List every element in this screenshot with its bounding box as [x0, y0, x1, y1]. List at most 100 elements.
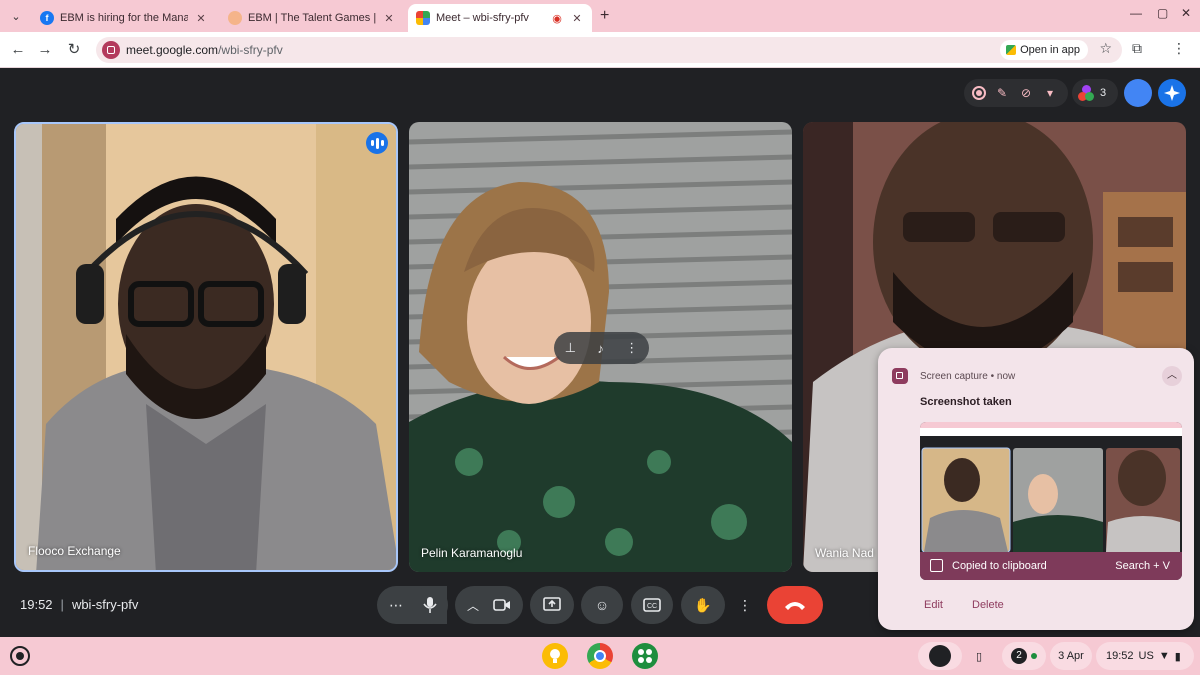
tab-search-chevron-icon[interactable]: ⌄ — [6, 6, 26, 26]
emoji-icon: ☺ — [594, 597, 610, 613]
site-info-icon[interactable] — [102, 41, 120, 59]
camera-options-chevron-icon[interactable]: ︿ — [467, 597, 479, 614]
maximize-icon[interactable]: ▢ — [1157, 6, 1168, 20]
close-window-icon[interactable]: ✕ — [1181, 6, 1191, 20]
camera-icon — [493, 599, 510, 611]
meet-icon — [416, 11, 430, 25]
tab-strip: ⌄ f EBM is hiring for the Managem ✕ EBM … — [0, 0, 1200, 32]
chrome-app-icon[interactable] — [587, 643, 613, 669]
gemini-button[interactable] — [1158, 79, 1186, 107]
meeting-time: 19:52 — [20, 597, 53, 612]
participant-name: Pelin Karamanoglu — [421, 546, 523, 560]
tab-talent-games[interactable]: EBM | The Talent Games | C-Fa ✕ — [220, 4, 404, 32]
address-bar[interactable]: meet.google.com/wbi-sfry-pfv Open in app… — [96, 37, 1122, 63]
more-horizontal-icon: ⋯ — [389, 596, 403, 613]
reactions-button[interactable]: ☺ — [581, 586, 623, 624]
meeting-code: wbi-sfry-pfv — [71, 597, 139, 612]
browser-toolbar: ← → ↻ meet.google.com/wbi-sfry-pfv Open … — [0, 32, 1200, 68]
forward-icon[interactable]: → — [35, 40, 55, 60]
camera-button[interactable]: ︿ — [455, 586, 523, 624]
launcher-icon[interactable] — [10, 646, 30, 666]
recording-dot-icon: ◉ — [552, 12, 562, 25]
date-tray[interactable]: 3 Apr — [1050, 642, 1092, 670]
more-options-icon[interactable]: ⋮ — [625, 340, 638, 356]
clipboard-icon — [930, 559, 943, 572]
captions-button[interactable]: CC — [631, 586, 673, 624]
dropdown-chevron-icon[interactable]: ▾ — [1042, 85, 1058, 101]
leave-call-button[interactable] — [767, 586, 823, 624]
notification-counter[interactable]: 2 — [1002, 642, 1046, 670]
grid-icon — [638, 649, 652, 663]
camera-off-icon[interactable]: ⊘ — [1018, 85, 1034, 101]
tab-meet[interactable]: Meet – wbi-sfry-pfv ◉ ✕ — [408, 4, 592, 32]
tote-button[interactable] — [918, 642, 962, 670]
input-method: US — [1138, 650, 1154, 662]
svg-text:CC: CC — [647, 603, 657, 610]
browser-menu-icon[interactable]: ⋮ — [1172, 40, 1186, 57]
screenshot-notification[interactable]: Screen capture • now ︿ Screenshot taken … — [878, 348, 1194, 630]
minimize-icon[interactable]: — — [1130, 6, 1142, 20]
tile-hover-controls: ⊥ ♪ ⋮ — [554, 332, 649, 364]
avatars-stack-icon — [1078, 85, 1094, 101]
ai-notes-button[interactable] — [1124, 79, 1152, 107]
delete-button[interactable]: Delete — [972, 599, 1004, 611]
screen-capture-icon — [892, 368, 908, 384]
mute-participant-icon[interactable]: ♪ — [597, 341, 604, 356]
os-shelf: ▯ 2 3 Apr 19:52 US ▼ ▮ — [0, 637, 1200, 675]
extensions-icon[interactable]: ⧉ — [1132, 40, 1142, 57]
capture-mode-icon — [929, 645, 951, 667]
host-controls: ✎ ⊘ ▾ — [964, 79, 1068, 107]
site-icon — [228, 11, 242, 25]
new-tab-icon[interactable]: + — [600, 7, 609, 25]
sparkle-icon — [1164, 85, 1180, 101]
meeting-info: 19:52 | wbi-sfry-pfv — [20, 597, 139, 612]
tab-title: EBM | The Talent Games | C-Fa — [248, 12, 376, 24]
meet-pwa-app-icon[interactable] — [632, 643, 658, 669]
captions-icon: CC — [643, 598, 661, 612]
open-in-app-button[interactable]: Open in app — [1000, 40, 1088, 60]
meet-app-icon — [1006, 45, 1017, 55]
status-area[interactable]: 19:52 US ▼ ▮ — [1096, 642, 1194, 670]
notification-source: Screen capture • now — [920, 371, 1016, 382]
participant-tile-2[interactable]: ⊥ ♪ ⋮ Pelin Karamanoglu — [409, 122, 792, 572]
participant-count: 3 — [1100, 87, 1107, 99]
more-vertical-icon: ⋮ — [738, 596, 752, 613]
participant-tile-1[interactable]: Flooco Exchange — [14, 122, 398, 572]
record-icon[interactable] — [972, 86, 986, 100]
people-button[interactable]: 3 — [1072, 79, 1118, 107]
tab-facebook[interactable]: f EBM is hiring for the Managem ✕ — [32, 4, 216, 32]
speaking-indicator-icon — [366, 132, 388, 154]
pin-icon[interactable]: ⊥ — [565, 340, 576, 356]
collapse-chevron-icon[interactable]: ︿ — [1162, 366, 1182, 386]
status-dot-icon — [1031, 653, 1037, 659]
bookmark-star-icon[interactable]: ☆ — [1099, 40, 1112, 57]
tab-close-icon[interactable]: ✕ — [382, 12, 396, 25]
copied-to-clipboard-bar[interactable]: Copied to clipboard Search + V — [920, 552, 1182, 580]
phone-hub-icon[interactable]: ▯ — [966, 642, 992, 670]
more-options-button[interactable]: ⋮ — [731, 586, 759, 624]
mic-button[interactable] — [412, 586, 448, 624]
back-icon[interactable]: ← — [8, 40, 28, 60]
tab-close-icon[interactable]: ✕ — [570, 12, 584, 25]
battery-icon: ▮ — [1174, 650, 1181, 663]
notes-icon[interactable]: ✎ — [994, 85, 1010, 101]
participant-name: Wania Nad — [815, 546, 874, 560]
tab-close-icon[interactable]: ✕ — [194, 12, 208, 25]
present-screen-button[interactable] — [530, 586, 574, 624]
participant-video-1 — [16, 124, 396, 570]
url-text: meet.google.com/wbi-sfry-pfv — [126, 43, 283, 57]
clock: 19:52 — [1106, 650, 1134, 662]
tab-title: Meet – wbi-sfry-pfv — [436, 12, 529, 24]
lightbulb-icon — [550, 649, 560, 663]
reload-icon[interactable]: ↻ — [64, 40, 84, 60]
facebook-icon: f — [40, 11, 54, 25]
wifi-icon: ▼ — [1158, 650, 1170, 662]
notification-title: Screenshot taken — [920, 396, 1012, 408]
present-screen-icon — [543, 597, 561, 611]
raise-hand-button[interactable]: ✋ — [681, 586, 725, 624]
keep-app-icon[interactable] — [542, 643, 568, 669]
hand-icon: ✋ — [694, 596, 712, 613]
mic-icon — [423, 597, 437, 613]
paste-shortcut: Search + V — [1115, 560, 1170, 572]
edit-button[interactable]: Edit — [924, 599, 943, 611]
